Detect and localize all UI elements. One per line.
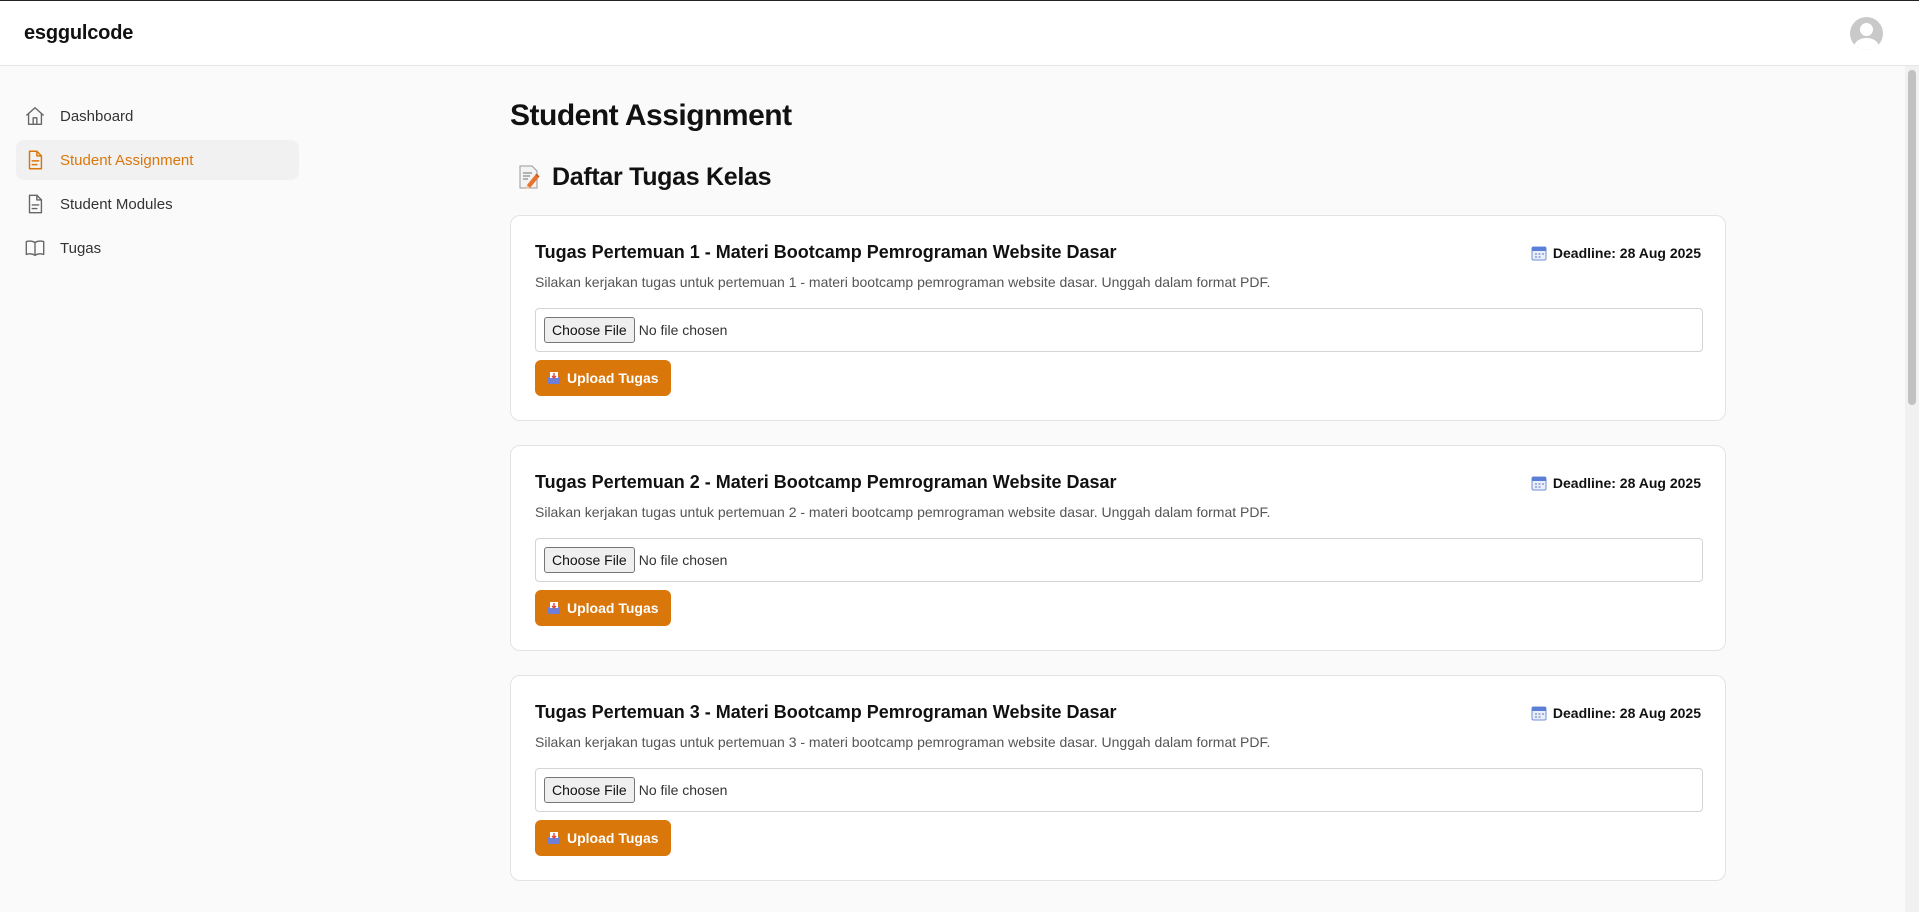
document-icon bbox=[24, 149, 46, 171]
upload-button-label: Upload Tugas bbox=[567, 600, 659, 616]
file-status-text: No file chosen bbox=[638, 552, 728, 568]
sidebar-item-label: Tugas bbox=[60, 239, 102, 257]
assignment-description: Silakan kerjakan tugas untuk pertemuan 2… bbox=[535, 504, 1271, 520]
avatar-body bbox=[1854, 38, 1879, 50]
section-title-text: Daftar Tugas Kelas bbox=[552, 162, 772, 191]
assignment-card: Tugas Pertemuan 1 - Materi Bootcamp Pemr… bbox=[510, 215, 1726, 421]
inbox-tray-icon bbox=[547, 371, 561, 385]
main-content: Student Assignment Daftar Tugas Kelas Tu… bbox=[510, 96, 1726, 881]
assignment-list: Tugas Pertemuan 1 - Materi Bootcamp Pemr… bbox=[510, 215, 1726, 881]
assignment-description: Silakan kerjakan tugas untuk pertemuan 1… bbox=[535, 274, 1271, 290]
file-upload-field[interactable]: Choose File No file chosen bbox=[535, 768, 1703, 812]
upload-button-label: Upload Tugas bbox=[567, 830, 659, 846]
deadline-badge: Deadline: 28 Aug 2025 bbox=[1531, 475, 1701, 491]
sidebar: Dashboard Student Assignment Student Mod… bbox=[16, 96, 299, 272]
inbox-tray-icon bbox=[547, 601, 561, 615]
calendar-icon bbox=[1531, 245, 1547, 261]
sidebar-item-dashboard[interactable]: Dashboard bbox=[16, 96, 299, 136]
file-icon bbox=[24, 193, 46, 215]
assignment-card: Tugas Pertemuan 3 - Materi Bootcamp Pemr… bbox=[510, 675, 1726, 881]
user-avatar-icon[interactable] bbox=[1850, 17, 1883, 50]
upload-tugas-button[interactable]: Upload Tugas bbox=[535, 360, 671, 396]
choose-file-button[interactable]: Choose File bbox=[544, 317, 635, 343]
assignment-title: Tugas Pertemuan 1 - Materi Bootcamp Pemr… bbox=[535, 242, 1117, 262]
memo-icon bbox=[516, 164, 542, 190]
upload-tugas-button[interactable]: Upload Tugas bbox=[535, 590, 671, 626]
upload-tugas-button[interactable]: Upload Tugas bbox=[535, 820, 671, 856]
sidebar-item-label: Student Assignment bbox=[60, 151, 194, 169]
top-header: esggulcode bbox=[0, 0, 1919, 66]
deadline-text: Deadline: 28 Aug 2025 bbox=[1552, 705, 1701, 721]
brand-logo[interactable]: esggulcode bbox=[24, 22, 133, 45]
sidebar-item-tugas[interactable]: Tugas bbox=[16, 228, 299, 268]
assignment-title: Tugas Pertemuan 2 - Materi Bootcamp Pemr… bbox=[535, 472, 1117, 492]
assignment-card: Tugas Pertemuan 2 - Materi Bootcamp Pemr… bbox=[510, 445, 1726, 651]
assignment-title: Tugas Pertemuan 3 - Materi Bootcamp Pemr… bbox=[535, 702, 1117, 722]
assignment-description: Silakan kerjakan tugas untuk pertemuan 3… bbox=[535, 734, 1271, 750]
book-icon bbox=[24, 237, 46, 259]
sidebar-item-label: Dashboard bbox=[60, 107, 134, 125]
calendar-icon bbox=[1531, 475, 1547, 491]
section-heading: Daftar Tugas Kelas bbox=[510, 161, 1726, 193]
deadline-text: Deadline: 28 Aug 2025 bbox=[1552, 245, 1701, 261]
file-status-text: No file chosen bbox=[638, 322, 728, 338]
file-upload-field[interactable]: Choose File No file chosen bbox=[535, 538, 1703, 582]
upload-button-label: Upload Tugas bbox=[567, 370, 659, 386]
sidebar-item-student-assignment[interactable]: Student Assignment bbox=[16, 140, 299, 180]
page-scrollbar[interactable] bbox=[1905, 66, 1919, 912]
avatar-head bbox=[1860, 23, 1873, 36]
sidebar-item-student-modules[interactable]: Student Modules bbox=[16, 184, 299, 224]
page-title: Student Assignment bbox=[510, 99, 792, 132]
file-status-text: No file chosen bbox=[638, 782, 728, 798]
home-icon bbox=[24, 105, 46, 127]
file-upload-field[interactable]: Choose File No file chosen bbox=[535, 308, 1703, 352]
app-root: esggulcode Dashboard Student Assignment bbox=[0, 0, 1919, 912]
calendar-icon bbox=[1531, 705, 1547, 721]
choose-file-button[interactable]: Choose File bbox=[544, 777, 635, 803]
scrollbar-thumb[interactable] bbox=[1908, 70, 1916, 405]
deadline-badge: Deadline: 28 Aug 2025 bbox=[1531, 245, 1701, 261]
sidebar-item-label: Student Modules bbox=[60, 195, 173, 213]
deadline-badge: Deadline: 28 Aug 2025 bbox=[1531, 705, 1701, 721]
inbox-tray-icon bbox=[547, 831, 561, 845]
deadline-text: Deadline: 28 Aug 2025 bbox=[1552, 475, 1701, 491]
choose-file-button[interactable]: Choose File bbox=[544, 547, 635, 573]
